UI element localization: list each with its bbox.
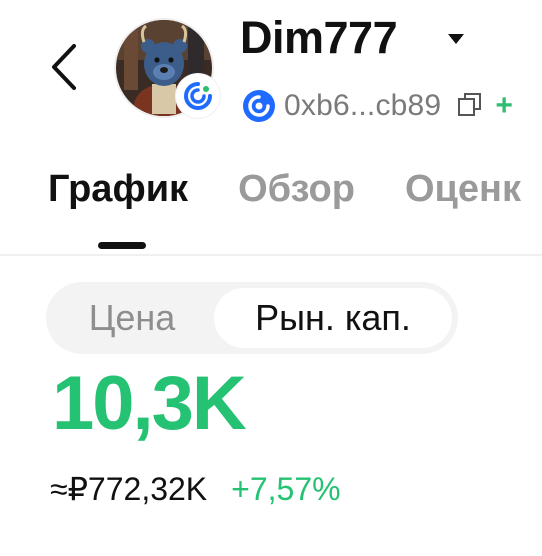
segment-price[interactable]: Цена — [54, 288, 210, 348]
contract-address: 0xb6...cb89 — [284, 89, 442, 122]
chain-logo-icon — [243, 90, 275, 122]
price-mcap-toggle: Цена Рын. кап. — [46, 282, 458, 354]
tab-bar: График Обзор Оценк — [48, 168, 542, 224]
address-row: 0xb6...cb89 + — [242, 88, 513, 124]
chain-logo-icon — [184, 82, 212, 110]
active-tab-indicator — [98, 242, 146, 249]
tab-chart[interactable]: График — [48, 168, 188, 224]
tabs-divider — [0, 254, 542, 256]
market-cap-value: 10,3K — [52, 361, 247, 446]
token-dropdown-button[interactable] — [446, 32, 466, 51]
tab-rating[interactable]: Оценк — [405, 168, 521, 224]
chevron-left-icon — [52, 44, 76, 90]
chain-badge — [176, 74, 220, 118]
more-action-partial[interactable]: + — [495, 89, 513, 123]
copy-address-button[interactable] — [457, 91, 483, 122]
tab-overview[interactable]: Обзор — [238, 168, 355, 224]
change-percent: +7,57% — [231, 471, 341, 507]
caret-down-icon — [448, 34, 464, 44]
value-summary: ≈₽772,32K +7,57% — [50, 470, 341, 508]
back-button[interactable] — [44, 40, 88, 94]
segment-market-cap[interactable]: Рын. кап. — [214, 288, 452, 348]
fiat-value: ≈₽772,32K — [50, 471, 208, 507]
copy-icon — [458, 92, 482, 116]
token-title[interactable]: Dim777 — [240, 12, 398, 64]
token-avatar — [114, 18, 220, 118]
